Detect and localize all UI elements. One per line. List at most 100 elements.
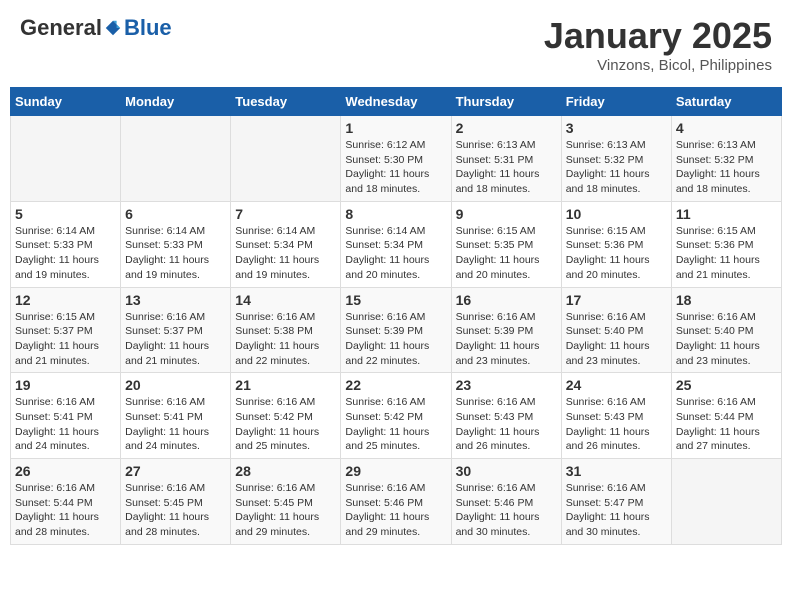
logo: General Blue <box>20 15 172 41</box>
day-info: Sunrise: 6:16 AM Sunset: 5:38 PM Dayligh… <box>235 310 336 369</box>
day-number: 27 <box>125 463 226 479</box>
day-info: Sunrise: 6:13 AM Sunset: 5:32 PM Dayligh… <box>676 138 777 197</box>
day-info: Sunrise: 6:16 AM Sunset: 5:43 PM Dayligh… <box>566 395 667 454</box>
weekday-header-monday: Monday <box>121 88 231 116</box>
calendar-cell: 19 Sunrise: 6:16 AM Sunset: 5:41 PM Dayli… <box>11 373 121 459</box>
day-info: Sunrise: 6:15 AM Sunset: 5:36 PM Dayligh… <box>566 224 667 283</box>
calendar-cell: 20 Sunrise: 6:16 AM Sunset: 5:41 PM Dayli… <box>121 373 231 459</box>
day-number: 30 <box>456 463 557 479</box>
calendar-cell: 13 Sunrise: 6:16 AM Sunset: 5:37 PM Dayli… <box>121 287 231 373</box>
day-info: Sunrise: 6:16 AM Sunset: 5:46 PM Dayligh… <box>345 481 446 540</box>
day-info: Sunrise: 6:16 AM Sunset: 5:39 PM Dayligh… <box>456 310 557 369</box>
logo-general: General <box>20 15 102 41</box>
calendar-cell: 11 Sunrise: 6:15 AM Sunset: 5:36 PM Dayli… <box>671 201 781 287</box>
day-info: Sunrise: 6:16 AM Sunset: 5:43 PM Dayligh… <box>456 395 557 454</box>
calendar-cell: 1 Sunrise: 6:12 AM Sunset: 5:30 PM Daylig… <box>341 116 451 202</box>
day-number: 14 <box>235 292 336 308</box>
day-number: 28 <box>235 463 336 479</box>
calendar-cell <box>671 459 781 545</box>
calendar-cell: 7Sunrise: 6:14 AM Sunset: 5:34 PM Daylig… <box>231 201 341 287</box>
day-info: Sunrise: 6:14 AM Sunset: 5:33 PM Dayligh… <box>15 224 116 283</box>
calendar-cell: 24Sunrise: 6:16 AM Sunset: 5:43 PM Dayli… <box>561 373 671 459</box>
day-number: 4 <box>676 120 777 136</box>
calendar-cell: 21 Sunrise: 6:16 AM Sunset: 5:42 PM Dayli… <box>231 373 341 459</box>
calendar-cell: 18Sunrise: 6:16 AM Sunset: 5:40 PM Dayli… <box>671 287 781 373</box>
day-number: 13 <box>125 292 226 308</box>
day-number: 3 <box>566 120 667 136</box>
day-info: Sunrise: 6:12 AM Sunset: 5:30 PM Dayligh… <box>345 138 446 197</box>
logo-icon <box>104 19 122 37</box>
day-number: 9 <box>456 206 557 222</box>
weekday-header-tuesday: Tuesday <box>231 88 341 116</box>
calendar-cell: 15Sunrise: 6:16 AM Sunset: 5:39 PM Dayli… <box>341 287 451 373</box>
day-info: Sunrise: 6:16 AM Sunset: 5:44 PM Dayligh… <box>676 395 777 454</box>
calendar-cell: 9Sunrise: 6:15 AM Sunset: 5:35 PM Daylig… <box>451 201 561 287</box>
calendar-cell: 14 Sunrise: 6:16 AM Sunset: 5:38 PM Dayli… <box>231 287 341 373</box>
calendar-cell: 6 Sunrise: 6:14 AM Sunset: 5:33 PM Daylig… <box>121 201 231 287</box>
day-number: 29 <box>345 463 446 479</box>
day-number: 2 <box>456 120 557 136</box>
weekday-header-sunday: Sunday <box>11 88 121 116</box>
day-number: 5 <box>15 206 116 222</box>
day-number: 20 <box>125 377 226 393</box>
day-info: Sunrise: 6:16 AM Sunset: 5:41 PM Dayligh… <box>125 395 226 454</box>
calendar-week-row: 12 Sunrise: 6:15 AM Sunset: 5:37 PM Dayli… <box>11 287 782 373</box>
logo-blue: Blue <box>124 15 172 41</box>
day-info: Sunrise: 6:14 AM Sunset: 5:33 PM Dayligh… <box>125 224 226 283</box>
calendar-cell: 5 Sunrise: 6:14 AM Sunset: 5:33 PM Daylig… <box>11 201 121 287</box>
day-number: 23 <box>456 377 557 393</box>
day-number: 21 <box>235 377 336 393</box>
calendar-week-row: 26 Sunrise: 6:16 AM Sunset: 5:44 PM Dayli… <box>11 459 782 545</box>
calendar-cell: 17 Sunrise: 6:16 AM Sunset: 5:40 PM Dayli… <box>561 287 671 373</box>
day-info: Sunrise: 6:15 AM Sunset: 5:37 PM Dayligh… <box>15 310 116 369</box>
calendar-cell: 8 Sunrise: 6:14 AM Sunset: 5:34 PM Daylig… <box>341 201 451 287</box>
location-subtitle: Vinzons, Bicol, Philippines <box>544 57 772 74</box>
day-number: 16 <box>456 292 557 308</box>
day-number: 25 <box>676 377 777 393</box>
calendar-cell: 22Sunrise: 6:16 AM Sunset: 5:42 PM Dayli… <box>341 373 451 459</box>
month-title: January 2025 <box>544 15 772 57</box>
day-number: 17 <box>566 292 667 308</box>
calendar-cell: 28Sunrise: 6:16 AM Sunset: 5:45 PM Dayli… <box>231 459 341 545</box>
page-header: General Blue January 2025 Vinzons, Bicol… <box>10 10 782 79</box>
weekday-header-wednesday: Wednesday <box>341 88 451 116</box>
calendar-cell: 4 Sunrise: 6:13 AM Sunset: 5:32 PM Daylig… <box>671 116 781 202</box>
day-number: 1 <box>345 120 446 136</box>
day-number: 12 <box>15 292 116 308</box>
calendar-cell <box>11 116 121 202</box>
day-info: Sunrise: 6:14 AM Sunset: 5:34 PM Dayligh… <box>345 224 446 283</box>
day-info: Sunrise: 6:16 AM Sunset: 5:37 PM Dayligh… <box>125 310 226 369</box>
day-number: 22 <box>345 377 446 393</box>
calendar-cell: 30 Sunrise: 6:16 AM Sunset: 5:46 PM Dayli… <box>451 459 561 545</box>
day-number: 10 <box>566 206 667 222</box>
calendar-cell: 27 Sunrise: 6:16 AM Sunset: 5:45 PM Dayli… <box>121 459 231 545</box>
weekday-header-thursday: Thursday <box>451 88 561 116</box>
day-number: 26 <box>15 463 116 479</box>
calendar-cell: 31Sunrise: 6:16 AM Sunset: 5:47 PM Dayli… <box>561 459 671 545</box>
calendar-cell <box>231 116 341 202</box>
day-number: 11 <box>676 206 777 222</box>
day-info: Sunrise: 6:16 AM Sunset: 5:40 PM Dayligh… <box>676 310 777 369</box>
day-info: Sunrise: 6:16 AM Sunset: 5:41 PM Dayligh… <box>15 395 116 454</box>
calendar-cell: 10 Sunrise: 6:15 AM Sunset: 5:36 PM Dayli… <box>561 201 671 287</box>
day-info: Sunrise: 6:16 AM Sunset: 5:40 PM Dayligh… <box>566 310 667 369</box>
day-number: 31 <box>566 463 667 479</box>
day-number: 6 <box>125 206 226 222</box>
weekday-header-saturday: Saturday <box>671 88 781 116</box>
calendar-week-row: 1 Sunrise: 6:12 AM Sunset: 5:30 PM Daylig… <box>11 116 782 202</box>
calendar-cell: 25 Sunrise: 6:16 AM Sunset: 5:44 PM Dayli… <box>671 373 781 459</box>
day-info: Sunrise: 6:16 AM Sunset: 5:45 PM Dayligh… <box>125 481 226 540</box>
day-number: 19 <box>15 377 116 393</box>
calendar-cell: 3 Sunrise: 6:13 AM Sunset: 5:32 PM Daylig… <box>561 116 671 202</box>
day-info: Sunrise: 6:16 AM Sunset: 5:44 PM Dayligh… <box>15 481 116 540</box>
day-info: Sunrise: 6:16 AM Sunset: 5:42 PM Dayligh… <box>235 395 336 454</box>
day-info: Sunrise: 6:16 AM Sunset: 5:46 PM Dayligh… <box>456 481 557 540</box>
day-info: Sunrise: 6:13 AM Sunset: 5:32 PM Dayligh… <box>566 138 667 197</box>
calendar-cell: 26 Sunrise: 6:16 AM Sunset: 5:44 PM Dayli… <box>11 459 121 545</box>
day-number: 7 <box>235 206 336 222</box>
day-number: 8 <box>345 206 446 222</box>
title-block: January 2025 Vinzons, Bicol, Philippines <box>544 15 772 74</box>
calendar-table: SundayMondayTuesdayWednesdayThursdayFrid… <box>10 87 782 545</box>
calendar-cell: 2Sunrise: 6:13 AM Sunset: 5:31 PM Daylig… <box>451 116 561 202</box>
day-info: Sunrise: 6:15 AM Sunset: 5:36 PM Dayligh… <box>676 224 777 283</box>
